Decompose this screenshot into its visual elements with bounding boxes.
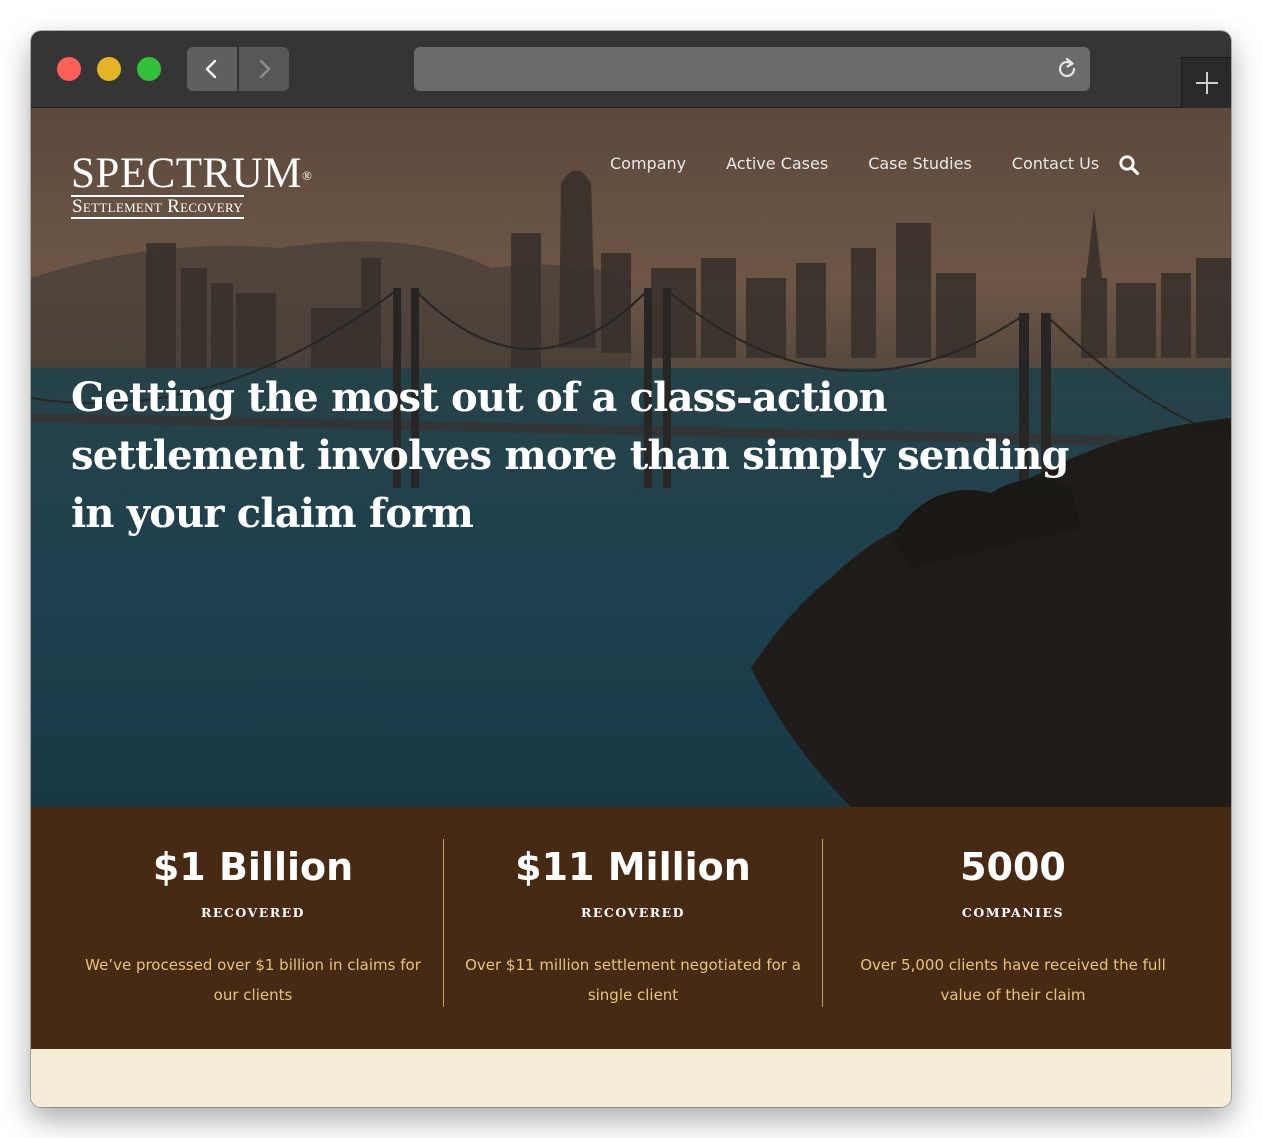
logo-name: SPECTRUM (71, 150, 303, 197)
browser-window: SPECTRUM® Settlement Recovery Company Ac… (31, 31, 1231, 1107)
back-arrow-icon (205, 59, 217, 79)
page-content-area (31, 1049, 1231, 1107)
new-tab-plus-icon (1196, 72, 1218, 94)
stats-section: $1 Billion RECOVERED We’ve processed ove… (31, 807, 1231, 1049)
nav-case-studies[interactable]: Case Studies (868, 154, 972, 173)
hero-section: SPECTRUM® Settlement Recovery Company Ac… (31, 108, 1231, 807)
stat-companies: 5000 COMPANIES Over 5,000 clients have r… (843, 839, 1183, 1010)
nav-company[interactable]: Company (610, 154, 686, 173)
zoom-window-button[interactable] (137, 57, 161, 81)
main-nav: Company Active Cases Case Studies Contac… (610, 154, 1139, 173)
stat-description: We’ve processed over $1 billion in claim… (85, 956, 421, 1004)
stat-value: $11 Million (515, 845, 751, 889)
stat-billion-recovered: $1 Billion RECOVERED We’ve processed ove… (83, 839, 423, 1010)
stat-divider (822, 839, 823, 1007)
logo-wordmark: SPECTRUM® (71, 152, 313, 195)
search-icon[interactable] (1118, 154, 1140, 176)
forward-arrow-icon (259, 59, 271, 79)
stat-description: Over 5,000 clients have received the ful… (860, 956, 1166, 1004)
logo-tagline: Settlement Recovery (71, 195, 244, 219)
site-logo[interactable]: SPECTRUM® Settlement Recovery (71, 152, 313, 219)
close-window-button[interactable] (57, 57, 81, 81)
address-bar[interactable] (414, 47, 1090, 91)
logo-registered-mark: ® (302, 168, 313, 183)
stat-value: 5000 (960, 845, 1066, 889)
back-button[interactable] (187, 47, 237, 91)
minimize-window-button[interactable] (97, 57, 121, 81)
stat-description: Over $11 million settlement negotiated f… (465, 956, 801, 1004)
stat-label: RECOVERED (200, 905, 305, 920)
hero-headline: Getting the most out of a class-action s… (71, 373, 1070, 537)
new-tab-button[interactable] (1181, 57, 1231, 108)
stat-divider (443, 839, 444, 1007)
reload-icon[interactable] (1054, 56, 1080, 82)
stat-million-recovered: $11 Million RECOVERED Over $11 million s… (463, 839, 803, 1010)
forward-button[interactable] (239, 47, 289, 91)
nav-active-cases[interactable]: Active Cases (726, 154, 828, 173)
browser-toolbar (31, 31, 1231, 108)
stat-label: COMPANIES (961, 905, 1065, 920)
stat-value: $1 Billion (152, 845, 354, 889)
nav-contact-us[interactable]: Contact Us (1012, 154, 1099, 173)
stat-label: RECOVERED (580, 905, 685, 920)
